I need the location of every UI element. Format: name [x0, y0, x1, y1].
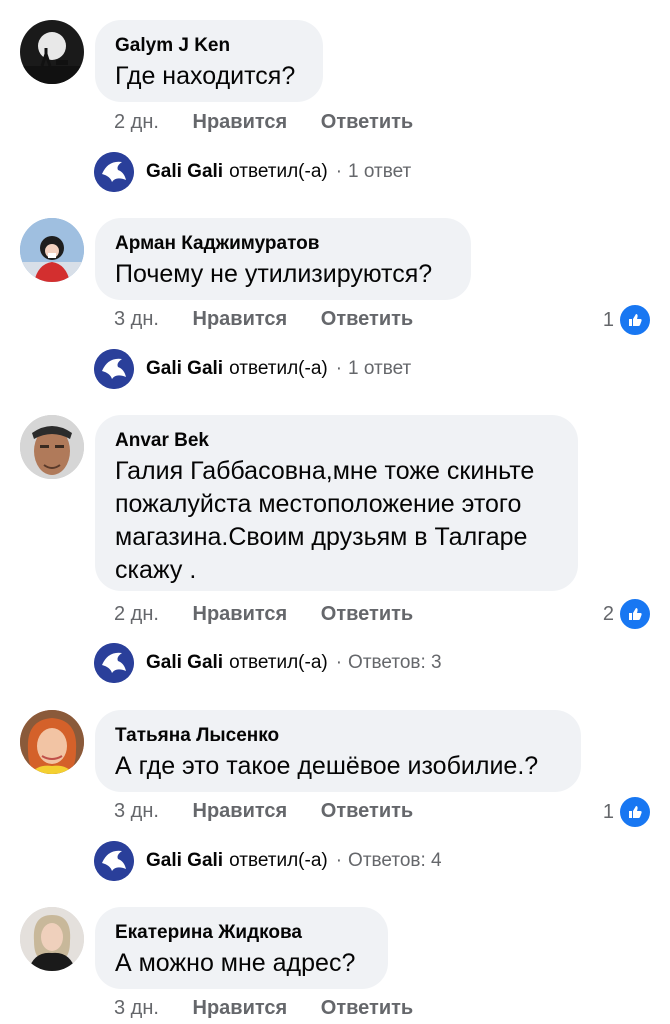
separator-dot: · [335, 652, 343, 673]
avatar[interactable] [20, 20, 84, 84]
avatar[interactable] [20, 218, 84, 282]
comment-actions: 3 дн. Нравится Ответить [114, 306, 413, 332]
thumbs-up-icon [618, 795, 652, 829]
reply-author: Gali Gali [146, 652, 224, 673]
reply-verb: ответил(-а) [229, 850, 328, 871]
avatar [94, 643, 134, 683]
avatar [94, 349, 134, 389]
comment-time[interactable]: 3 дн. [114, 997, 159, 1019]
comment-bubble: Арман Каджимуратов Почему не утилизируют… [95, 218, 471, 300]
reply-count: Ответов: 3 [348, 652, 442, 673]
reply-verb: ответил(-а) [229, 652, 328, 673]
like-button[interactable]: Нравится [193, 308, 288, 330]
reaction-count[interactable]: 2 [603, 597, 652, 631]
reply-author: Gali Gali [146, 358, 224, 379]
reply-button[interactable]: Ответить [321, 111, 413, 133]
comment-author[interactable]: Татьяна Лысенко [115, 724, 559, 748]
reaction-count[interactable]: 1 [603, 795, 652, 829]
comment-time[interactable]: 3 дн. [114, 800, 159, 822]
comment-text: Галия Габбасовна,мне тоже скиньте пожалу… [115, 457, 535, 584]
avatar [94, 841, 134, 881]
comment-author[interactable]: Anvar Bek [115, 429, 556, 453]
comment-actions: 3 дн. Нравится Ответить [114, 798, 413, 824]
reply-verb: ответил(-а) [229, 161, 328, 182]
reply-button[interactable]: Ответить [321, 603, 413, 625]
comment-time[interactable]: 3 дн. [114, 308, 159, 330]
view-replies[interactable]: Gali Gali ответил(-а) · Ответов: 3 [94, 643, 442, 683]
comment-bubble: Татьяна Лысенко А где это такое дешёвое … [95, 710, 581, 792]
comment-bubble: Anvar Bek Галия Габбасовна,мне тоже скин… [95, 415, 578, 591]
comment-text: А где это такое дешёвое изобилие.? [115, 752, 539, 780]
comment-author[interactable]: Арман Каджимуратов [115, 232, 449, 256]
reply-verb: ответил(-а) [229, 358, 328, 379]
comment-actions: 3 дн. Нравится Ответить [114, 995, 413, 1021]
comment-bubble: Galym J Ken Где находится? [95, 20, 323, 102]
separator-dot: · [335, 358, 343, 379]
reply-count: 1 ответ [348, 358, 412, 379]
comment-time[interactable]: 2 дн. [114, 111, 159, 133]
comment-time[interactable]: 2 дн. [114, 603, 159, 625]
like-count: 1 [602, 308, 614, 331]
like-count: 2 [602, 602, 614, 625]
thumbs-up-icon [618, 303, 652, 337]
like-button[interactable]: Нравится [193, 111, 288, 133]
comment-text: Где находится? [115, 62, 296, 90]
like-button[interactable]: Нравится [193, 603, 288, 625]
comment-actions: 2 дн. Нравится Ответить [114, 109, 413, 135]
comment-text: Почему не утилизируются? [115, 260, 433, 288]
like-count: 1 [602, 800, 614, 823]
comment-text: А можно мне адрес? [115, 949, 356, 977]
reply-button[interactable]: Ответить [321, 308, 413, 330]
comment-author[interactable]: Екатерина Жидкова [115, 921, 366, 945]
reply-button[interactable]: Ответить [321, 800, 413, 822]
avatar[interactable] [20, 710, 84, 774]
reply-count: Ответов: 4 [348, 850, 442, 871]
comment-author[interactable]: Galym J Ken [115, 34, 301, 58]
reply-author: Gali Gali [146, 161, 224, 182]
comment-bubble: Екатерина Жидкова А можно мне адрес? [95, 907, 388, 989]
avatar[interactable] [20, 415, 84, 479]
like-button[interactable]: Нравится [193, 800, 288, 822]
separator-dot: · [335, 850, 343, 871]
view-replies[interactable]: Gali Gali ответил(-а) · 1 ответ [94, 152, 411, 192]
comment-actions: 2 дн. Нравится Ответить [114, 601, 413, 627]
reaction-count[interactable]: 1 [603, 303, 652, 337]
reply-count: 1 ответ [348, 161, 412, 182]
reply-button[interactable]: Ответить [321, 997, 413, 1019]
avatar [94, 152, 134, 192]
view-replies[interactable]: Gali Gali ответил(-а) · 1 ответ [94, 349, 411, 389]
view-replies[interactable]: Gali Gali ответил(-а) · Ответов: 4 [94, 841, 442, 881]
avatar[interactable] [20, 907, 84, 971]
separator-dot: · [335, 161, 343, 182]
thumbs-up-icon [618, 597, 652, 631]
like-button[interactable]: Нравится [193, 997, 288, 1019]
reply-author: Gali Gali [146, 850, 224, 871]
